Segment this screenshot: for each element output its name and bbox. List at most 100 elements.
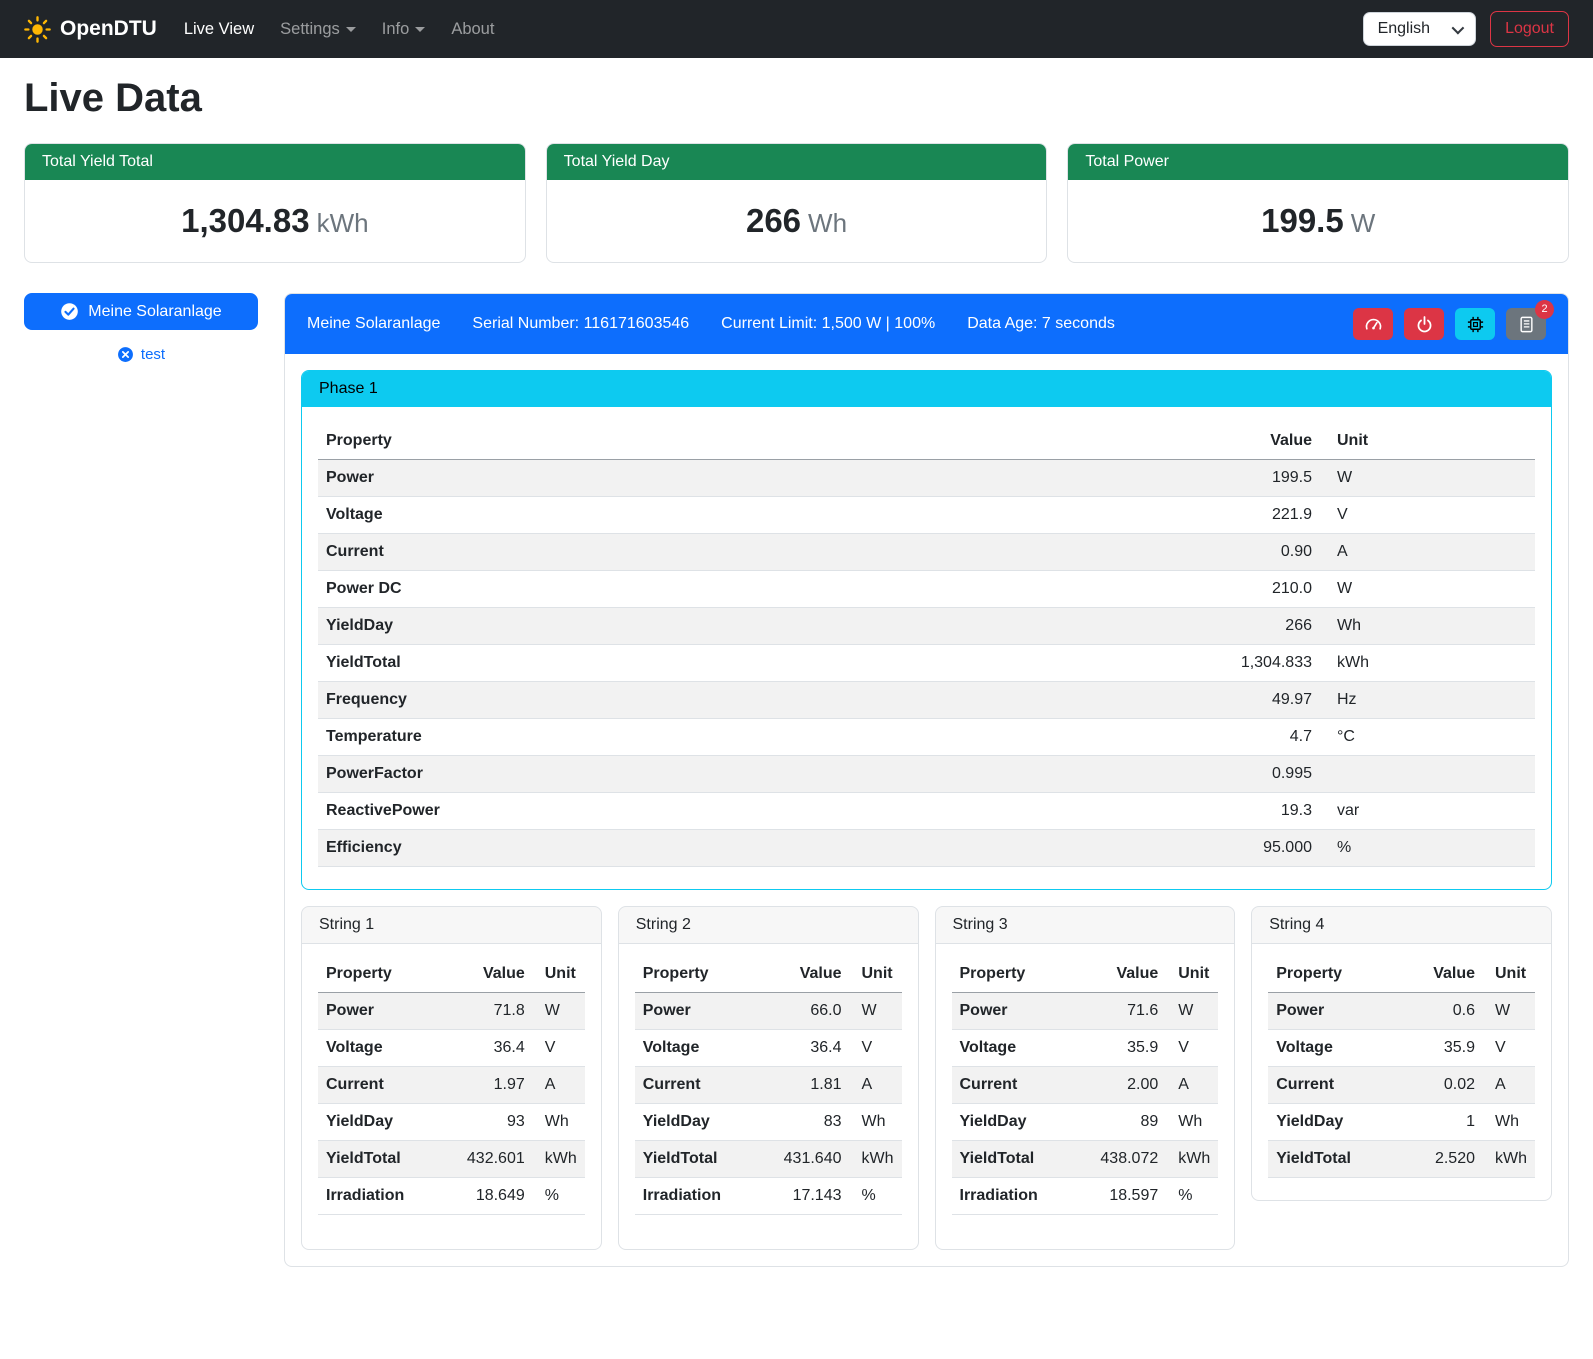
unit-cell: V xyxy=(1483,1030,1535,1067)
nav-item-about[interactable]: About xyxy=(438,12,507,47)
table-row: YieldDay 89 Wh xyxy=(952,1104,1219,1141)
card-value: 1,304.83 xyxy=(181,202,309,239)
limit-settings-button[interactable] xyxy=(1353,308,1393,340)
value-cell: 1 xyxy=(1393,1104,1483,1141)
table-row: Power 66.0 W xyxy=(635,993,902,1030)
table-row: Irradiation 18.649 % xyxy=(318,1178,585,1215)
table-row: YieldTotal 431.640 kWh xyxy=(635,1141,902,1178)
value-cell: 18.597 xyxy=(1076,1178,1166,1215)
value-cell: 4.7 xyxy=(917,719,1320,756)
table-row: YieldDay 83 Wh xyxy=(635,1104,902,1141)
card-unit: kWh xyxy=(317,208,369,238)
property-cell: Current xyxy=(318,1067,443,1104)
unit-cell: Wh xyxy=(1483,1104,1535,1141)
string-1-table: Property Value Unit Power 71.8 W Voltage… xyxy=(318,956,585,1215)
column-value: Value xyxy=(760,956,850,993)
column-unit: Unit xyxy=(1483,956,1535,993)
string-table-body: Power 71.8 W Voltage 36.4 V Current 1.97… xyxy=(318,993,585,1215)
property-cell: Current xyxy=(1268,1067,1393,1104)
property-cell: Power xyxy=(318,993,443,1030)
property-cell: Irradiation xyxy=(635,1178,760,1215)
unit-cell: V xyxy=(850,1030,902,1067)
test-link-label: test xyxy=(141,346,165,363)
unit-cell: % xyxy=(850,1178,902,1215)
property-cell: PowerFactor xyxy=(318,756,917,793)
logout-button[interactable]: Logout xyxy=(1490,11,1569,47)
unit-cell: V xyxy=(1320,497,1535,534)
table-row: YieldDay 93 Wh xyxy=(318,1104,585,1141)
nav-item-settings[interactable]: Settings xyxy=(267,12,369,47)
string-2-table: Property Value Unit Power 66.0 W Voltage… xyxy=(635,956,902,1215)
unit-cell: A xyxy=(533,1067,585,1104)
column-property: Property xyxy=(318,423,917,460)
value-cell: 0.90 xyxy=(917,534,1320,571)
unit-cell: kWh xyxy=(1483,1141,1535,1178)
navbar: OpenDTU Live View Settings Info About En… xyxy=(0,0,1593,58)
unit-cell: °C xyxy=(1320,719,1535,756)
value-cell: 0.995 xyxy=(917,756,1320,793)
phase-table: Property Value Unit Power 199.5 W Voltag… xyxy=(318,423,1535,867)
inverter-select-button[interactable]: Meine Solaranlage xyxy=(24,293,258,330)
card-unit: W xyxy=(1351,208,1376,238)
string-3-table: Property Value Unit Power 71.6 W Voltage… xyxy=(952,956,1219,1215)
test-link[interactable]: test xyxy=(24,346,258,363)
property-cell: Voltage xyxy=(318,497,917,534)
power-button[interactable] xyxy=(1404,308,1444,340)
strings-row: String 1 Property Value Unit xyxy=(301,906,1552,1250)
brand[interactable]: OpenDTU xyxy=(24,16,157,43)
unit-cell: W xyxy=(533,993,585,1030)
card-total-yield-day: Total Yield Day 266Wh xyxy=(546,143,1048,263)
table-header-row: Property Value Unit xyxy=(952,956,1219,993)
property-cell: YieldDay xyxy=(1268,1104,1393,1141)
inverter-button-label: Meine Solaranlage xyxy=(88,303,221,321)
property-cell: Voltage xyxy=(318,1030,443,1067)
column-unit: Unit xyxy=(1320,423,1535,460)
unit-cell: W xyxy=(1320,571,1535,608)
column-unit: Unit xyxy=(850,956,902,993)
unit-cell: Wh xyxy=(850,1104,902,1141)
card-value: 199.5 xyxy=(1261,202,1344,239)
table-row: Power DC 210.0 W xyxy=(318,571,1535,608)
column-unit: Unit xyxy=(1166,956,1218,993)
value-cell: 93 xyxy=(443,1104,533,1141)
property-cell: YieldDay xyxy=(318,608,917,645)
table-row: Irradiation 17.143 % xyxy=(635,1178,902,1215)
event-log-button[interactable]: 2 xyxy=(1506,308,1546,340)
journal-icon xyxy=(1517,315,1536,334)
table-row: Power 0.6 W xyxy=(1268,993,1535,1030)
unit-cell: Wh xyxy=(1320,608,1535,645)
summary-cards-row: Total Yield Total 1,304.83kWh Total Yiel… xyxy=(24,143,1569,263)
unit-cell: Hz xyxy=(1320,682,1535,719)
column-property: Property xyxy=(952,956,1077,993)
property-cell: Power DC xyxy=(318,571,917,608)
property-cell: YieldTotal xyxy=(1268,1141,1393,1178)
unit-cell: A xyxy=(850,1067,902,1104)
card-value: 266 xyxy=(746,202,801,239)
property-cell: YieldTotal xyxy=(318,645,917,682)
unit-cell: % xyxy=(1320,830,1535,867)
string-card-title: String 4 xyxy=(1252,907,1551,944)
value-cell: 2.00 xyxy=(1076,1067,1166,1104)
table-row: Current 1.97 A xyxy=(318,1067,585,1104)
value-cell: 0.02 xyxy=(1393,1067,1483,1104)
nav-links: Live View Settings Info About xyxy=(171,12,508,47)
string-2-card: String 2 Property Value Unit xyxy=(618,906,919,1250)
value-cell: 36.4 xyxy=(760,1030,850,1067)
table-header-row: Property Value Unit xyxy=(635,956,902,993)
device-info-button[interactable] xyxy=(1455,308,1495,340)
value-cell: 266 xyxy=(917,608,1320,645)
unit-cell: kWh xyxy=(1166,1141,1218,1178)
check-circle-icon xyxy=(60,302,79,321)
string-1-card: String 1 Property Value Unit xyxy=(301,906,602,1250)
value-cell: 83 xyxy=(760,1104,850,1141)
value-cell: 18.649 xyxy=(443,1178,533,1215)
phase-table-body: Power 199.5 W Voltage 221.9 V Current 0.… xyxy=(318,460,1535,867)
table-row: YieldDay 266 Wh xyxy=(318,608,1535,645)
table-header-row: Property Value Unit xyxy=(318,956,585,993)
nav-item-info[interactable]: Info xyxy=(369,12,439,47)
inverter-sidebar: Meine Solaranlage test xyxy=(24,293,258,363)
table-row: Power 71.6 W xyxy=(952,993,1219,1030)
language-select[interactable]: English xyxy=(1363,12,1476,46)
nav-item-live-view[interactable]: Live View xyxy=(171,12,267,47)
column-value: Value xyxy=(1393,956,1483,993)
